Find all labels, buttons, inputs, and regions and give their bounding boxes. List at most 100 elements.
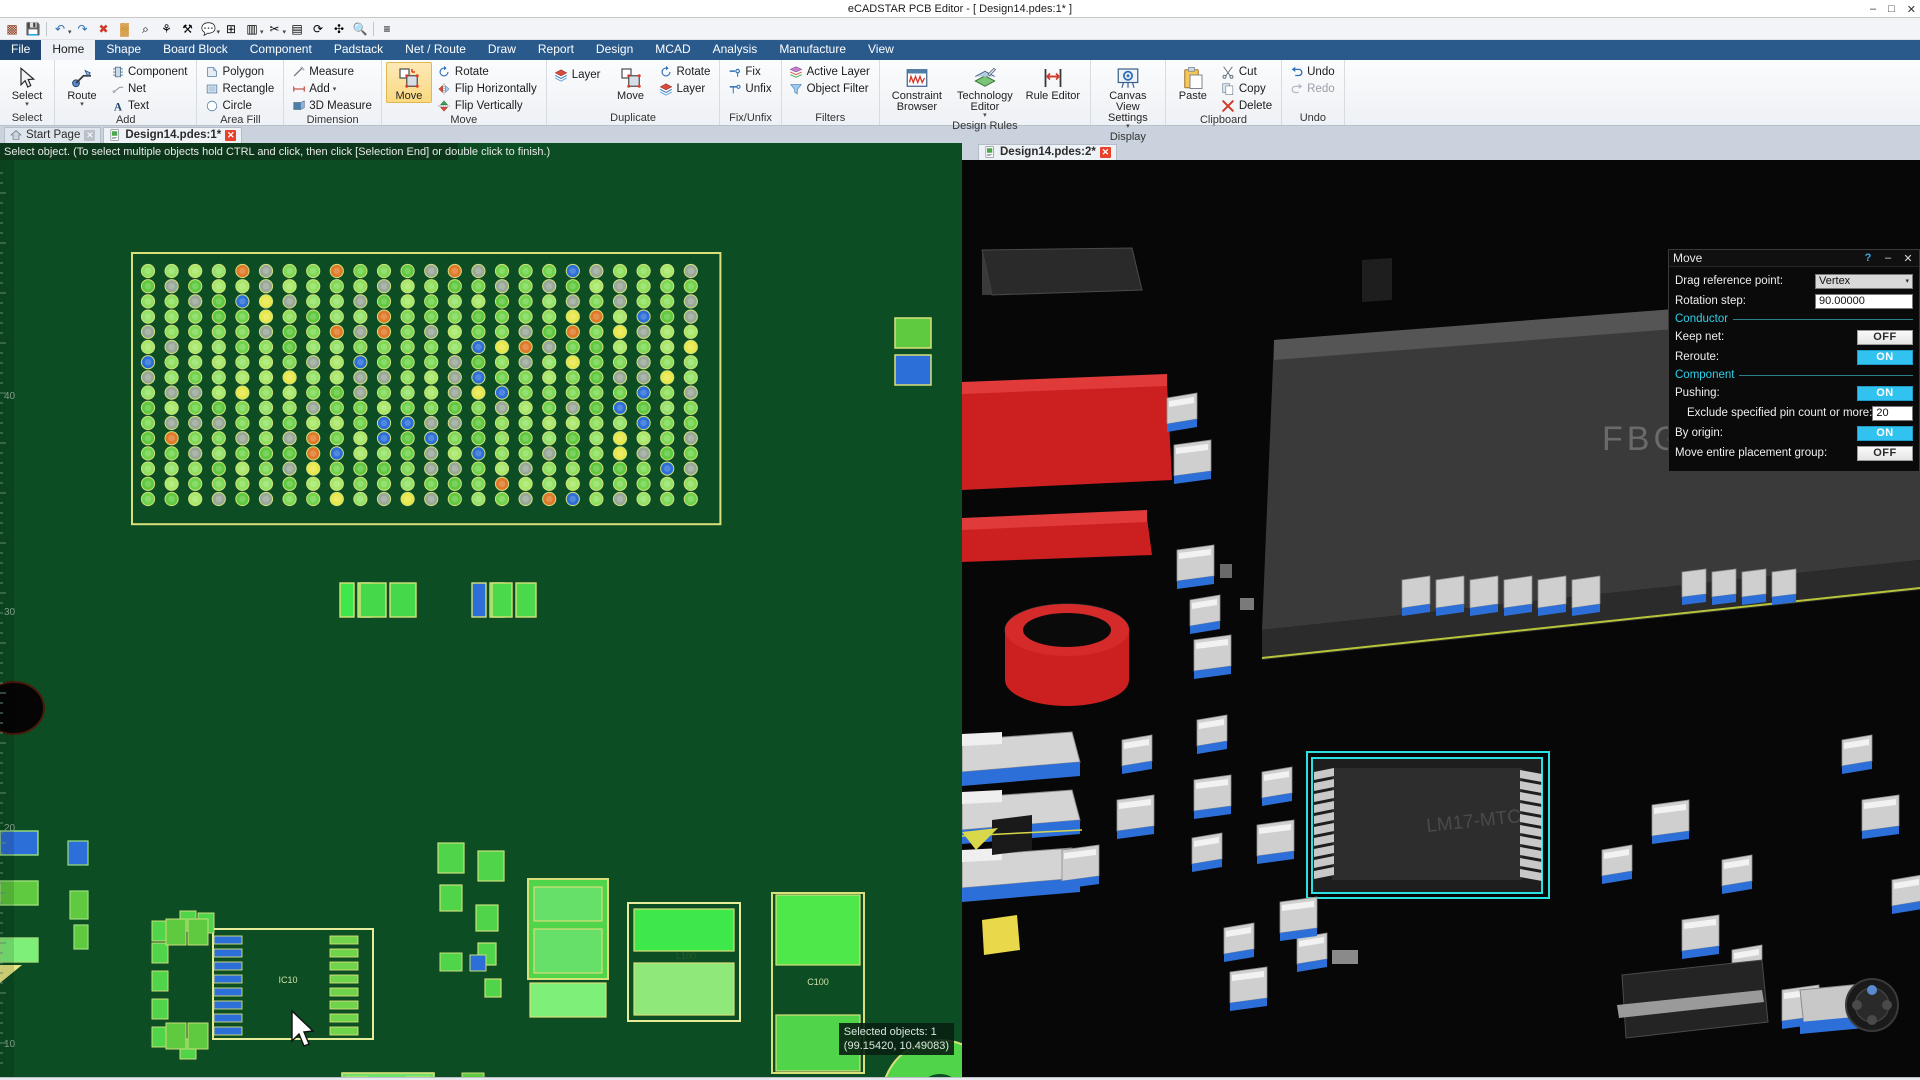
ribbon-button-canvas-view-settings[interactable]: Canvas View Settings ▾ xyxy=(1095,62,1161,131)
ribbon-tab-home[interactable]: Home xyxy=(41,40,96,60)
ribbon-small-column: Fix Unfix xyxy=(724,62,776,97)
ribbon-button-delete[interactable]: Delete xyxy=(1218,97,1277,114)
ribbon-group-select: Select ▾ Select xyxy=(0,60,55,125)
ribbon-button-select[interactable]: Select ▾ xyxy=(4,62,50,109)
document-tab-start-page[interactable]: Start Page ✕ xyxy=(4,127,102,143)
chevron-down-icon[interactable]: ▾ xyxy=(1126,123,1130,130)
zoom-window-icon[interactable]: ⌕ xyxy=(136,19,156,39)
ribbon-tab-design[interactable]: Design xyxy=(585,40,644,60)
ribbon-tab-component[interactable]: Component xyxy=(239,40,323,60)
ribbon-tab-manufacture[interactable]: Manufacture xyxy=(768,40,857,60)
ribbon-tab-board-block[interactable]: Board Block xyxy=(152,40,239,60)
ribbon-tab-shape[interactable]: Shape xyxy=(95,40,152,60)
ribbon-button-net[interactable]: Net xyxy=(107,80,192,97)
ribbon-tab-net-route[interactable]: Net / Route xyxy=(394,40,477,60)
ribbon-button-fix[interactable]: Fix xyxy=(724,63,776,80)
ribbon-button-active-layer[interactable]: Active Layer xyxy=(786,63,875,80)
ribbon-button-3d-measure[interactable]: 3D Measure xyxy=(288,97,377,114)
ribbon-button-rectangle[interactable]: Rectangle xyxy=(201,80,279,97)
unfix-icon xyxy=(727,82,742,96)
move-dialog[interactable]: Move ? – ✕ Drag reference point: Vertex ▾ R… xyxy=(1668,249,1920,472)
ribbon-button-add[interactable]: Add ▾ xyxy=(288,80,377,97)
combo-drag-reference-point[interactable]: Vertex ▾ xyxy=(1815,273,1913,289)
toggle-keep-net[interactable]: OFF xyxy=(1857,329,1913,345)
ribbon-tab-report[interactable]: Report xyxy=(527,40,585,60)
input-exclude-specified-pin-count-or-more[interactable]: 20 xyxy=(1872,405,1913,421)
ribbon-button-move[interactable]: Move xyxy=(385,62,432,103)
toggle-pushing[interactable]: ON xyxy=(1857,385,1913,401)
ribbon-button-circle[interactable]: Circle xyxy=(201,97,279,114)
input-rotation-step[interactable]: 90.00000 xyxy=(1815,293,1913,309)
duplicate-move-icon xyxy=(619,65,643,91)
ribbon-button-layer[interactable]: Layer xyxy=(551,66,606,83)
measure-icon[interactable]: ⊞ xyxy=(221,19,241,39)
ribbon-button-object-filter[interactable]: Object Filter xyxy=(786,80,875,97)
ribbon-button-unfix[interactable]: Unfix xyxy=(724,80,776,97)
ribbon-button-cut[interactable]: Cut xyxy=(1218,63,1277,80)
save-icon[interactable]: 💾 xyxy=(23,19,43,39)
close-icon[interactable]: ✕ xyxy=(225,129,237,141)
ribbon-button-constraint-browser[interactable]: Constraint Browser xyxy=(884,62,950,114)
close-icon[interactable]: ✕ xyxy=(84,129,96,141)
ribbon-button-polygon[interactable]: Polygon xyxy=(201,63,279,80)
drc-icon[interactable]: ▓ xyxy=(115,19,135,39)
ribbon-button-text[interactable]: A Text xyxy=(107,97,192,114)
ribbon-button-measure[interactable]: Measure xyxy=(288,63,377,80)
minimize-button[interactable]: – xyxy=(1870,3,1876,15)
chevron-down-icon[interactable]: ▾ xyxy=(217,28,221,39)
ribbon-button-copy[interactable]: Copy xyxy=(1218,80,1277,97)
ribbon-tab-draw[interactable]: Draw xyxy=(477,40,527,60)
customize-qat-icon[interactable]: ≡ xyxy=(377,19,397,39)
unhighlight-net-icon[interactable]: ⚒ xyxy=(178,19,198,39)
comment-icon[interactable]: 💬 xyxy=(199,19,219,39)
chevron-down-icon[interactable]: ▾ xyxy=(260,28,264,39)
ribbon-button-layer[interactable]: Layer xyxy=(656,80,716,97)
ribbon-tab-mcad[interactable]: MCAD xyxy=(644,40,701,60)
pan-icon[interactable]: ✣ xyxy=(329,19,349,39)
circle-icon xyxy=(204,99,219,113)
ribbon-tab-padstack[interactable]: Padstack xyxy=(323,40,394,60)
scissors-icon[interactable]: ✂ xyxy=(265,19,285,39)
chart-icon[interactable]: ▥ xyxy=(242,19,262,39)
move-dialog-minimize-button[interactable]: – xyxy=(1881,252,1895,264)
help-icon[interactable]: ? xyxy=(1861,252,1875,264)
undo-icon[interactable]: ↶ xyxy=(50,19,70,39)
ribbon-button-move[interactable]: Move xyxy=(608,62,654,103)
toggle-move-entire-placement-group[interactable]: OFF xyxy=(1857,445,1913,461)
ribbon-button-paste[interactable]: Paste xyxy=(1170,62,1216,103)
ribbon-tab-view[interactable]: View xyxy=(857,40,905,60)
chevron-down-icon[interactable]: ▾ xyxy=(983,112,987,119)
ribbon-button-rule-editor[interactable]: Rule Editor xyxy=(1020,62,1086,103)
ribbon-button-rotate[interactable]: Rotate xyxy=(434,63,542,80)
ribbon-button-undo[interactable]: Undo xyxy=(1286,63,1340,80)
highlight-net-icon[interactable]: ⚘ xyxy=(157,19,177,39)
chevron-down-icon[interactable]: ▾ xyxy=(80,101,84,108)
toggle-reroute[interactable]: ON xyxy=(1857,349,1913,365)
pcb-2d-canvas[interactable]: IC10U100L100C100SW14030201090100110120 S… xyxy=(0,143,962,1077)
move-dialog-close-button[interactable]: ✕ xyxy=(1901,252,1915,265)
report-icon[interactable]: ▤ xyxy=(287,19,307,39)
close-icon[interactable]: ✕ xyxy=(1099,146,1111,158)
redo-icon[interactable]: ↷ xyxy=(73,19,93,39)
search-icon[interactable]: 🔍 xyxy=(350,19,370,39)
delete-icon[interactable]: ✖ xyxy=(94,19,114,39)
document-tab-design14-pdes-1[interactable]: Design14.pdes:1* ✕ xyxy=(103,127,243,143)
chevron-down-icon[interactable]: ▾ xyxy=(25,101,29,108)
ribbon-button-component[interactable]: Component xyxy=(107,63,192,80)
ribbon-tab-analysis[interactable]: Analysis xyxy=(702,40,769,60)
refresh-icon[interactable]: ⟳ xyxy=(308,19,328,39)
ribbon-button-flip-vertically[interactable]: Flip Vertically xyxy=(434,97,542,114)
toggle-by-origin[interactable]: ON xyxy=(1857,425,1913,441)
document-tab-design14-pdes-2[interactable]: Design14.pdes:2* ✕ xyxy=(978,144,1117,160)
ribbon-button-flip-horizontally[interactable]: Flip Horizontally xyxy=(434,80,542,97)
close-button[interactable]: ✕ xyxy=(1907,3,1916,16)
chevron-down-icon[interactable]: ▾ xyxy=(68,28,72,39)
ribbon-tab-file[interactable]: File xyxy=(0,40,42,60)
ribbon-button-rotate[interactable]: Rotate xyxy=(656,63,716,80)
ribbon-button-technology-editor[interactable]: Technology Editor ▾ xyxy=(952,62,1018,120)
chevron-down-icon[interactable]: ▾ xyxy=(333,85,337,93)
maximize-button[interactable]: □ xyxy=(1888,3,1895,15)
chevron-down-icon[interactable]: ▾ xyxy=(283,28,287,39)
ribbon-button-route[interactable]: Route ▾ xyxy=(59,62,105,109)
ribbon-group-add: Route ▾ Component Net A Text Add xyxy=(55,60,198,126)
